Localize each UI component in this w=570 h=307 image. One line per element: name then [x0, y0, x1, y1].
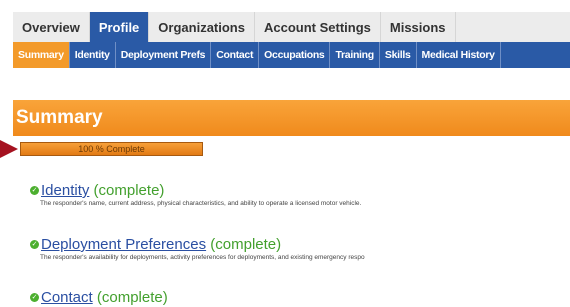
sub-tab-bar: Summary Identity Deployment Prefs Contac… [13, 42, 570, 68]
status-text: (complete) [93, 182, 165, 199]
progress-label: 100 % Complete [78, 144, 145, 154]
progress-bar: 100 % Complete [20, 142, 203, 156]
identity-link[interactable]: Identity [41, 182, 89, 199]
subtab-medical-history[interactable]: Medical History [417, 42, 501, 68]
tab-profile[interactable]: Profile [89, 12, 150, 42]
check-icon: ✓ [30, 185, 39, 195]
section-description: The responder's availability for deploym… [40, 254, 365, 261]
subtab-identity[interactable]: Identity [70, 42, 116, 68]
top-tab-bar: Overview Profile Organizations Account S… [13, 12, 570, 43]
tab-overview[interactable]: Overview [13, 12, 90, 42]
subtab-contact[interactable]: Contact [211, 42, 260, 68]
subtab-occupations[interactable]: Occupations [259, 42, 331, 68]
tab-account-settings[interactable]: Account Settings [255, 12, 381, 42]
page-title: Summary [13, 100, 570, 136]
check-icon: ✓ [30, 239, 39, 249]
section-identity: ✓ Identity (complete) The responder's nam… [30, 182, 361, 207]
contact-link[interactable]: Contact [41, 289, 93, 306]
tab-missions[interactable]: Missions [381, 12, 456, 42]
subtab-summary[interactable]: Summary [13, 42, 70, 68]
subtab-training[interactable]: Training [330, 42, 380, 68]
deployment-preferences-link[interactable]: Deployment Preferences [41, 236, 206, 253]
tab-organizations[interactable]: Organizations [149, 12, 255, 42]
status-text: (complete) [210, 236, 282, 253]
check-icon: ✓ [30, 292, 39, 302]
section-contact: ✓ Contact (complete) [30, 289, 168, 306]
status-text: (complete) [96, 289, 168, 306]
arrow-right-icon [0, 140, 18, 158]
section-deployment-preferences: ✓ Deployment Preferences (complete) The r… [30, 236, 365, 261]
section-description: The responder's name, current address, p… [40, 200, 362, 207]
subtab-deployment-prefs[interactable]: Deployment Prefs [116, 42, 212, 68]
subtab-skills[interactable]: Skills [380, 42, 417, 68]
